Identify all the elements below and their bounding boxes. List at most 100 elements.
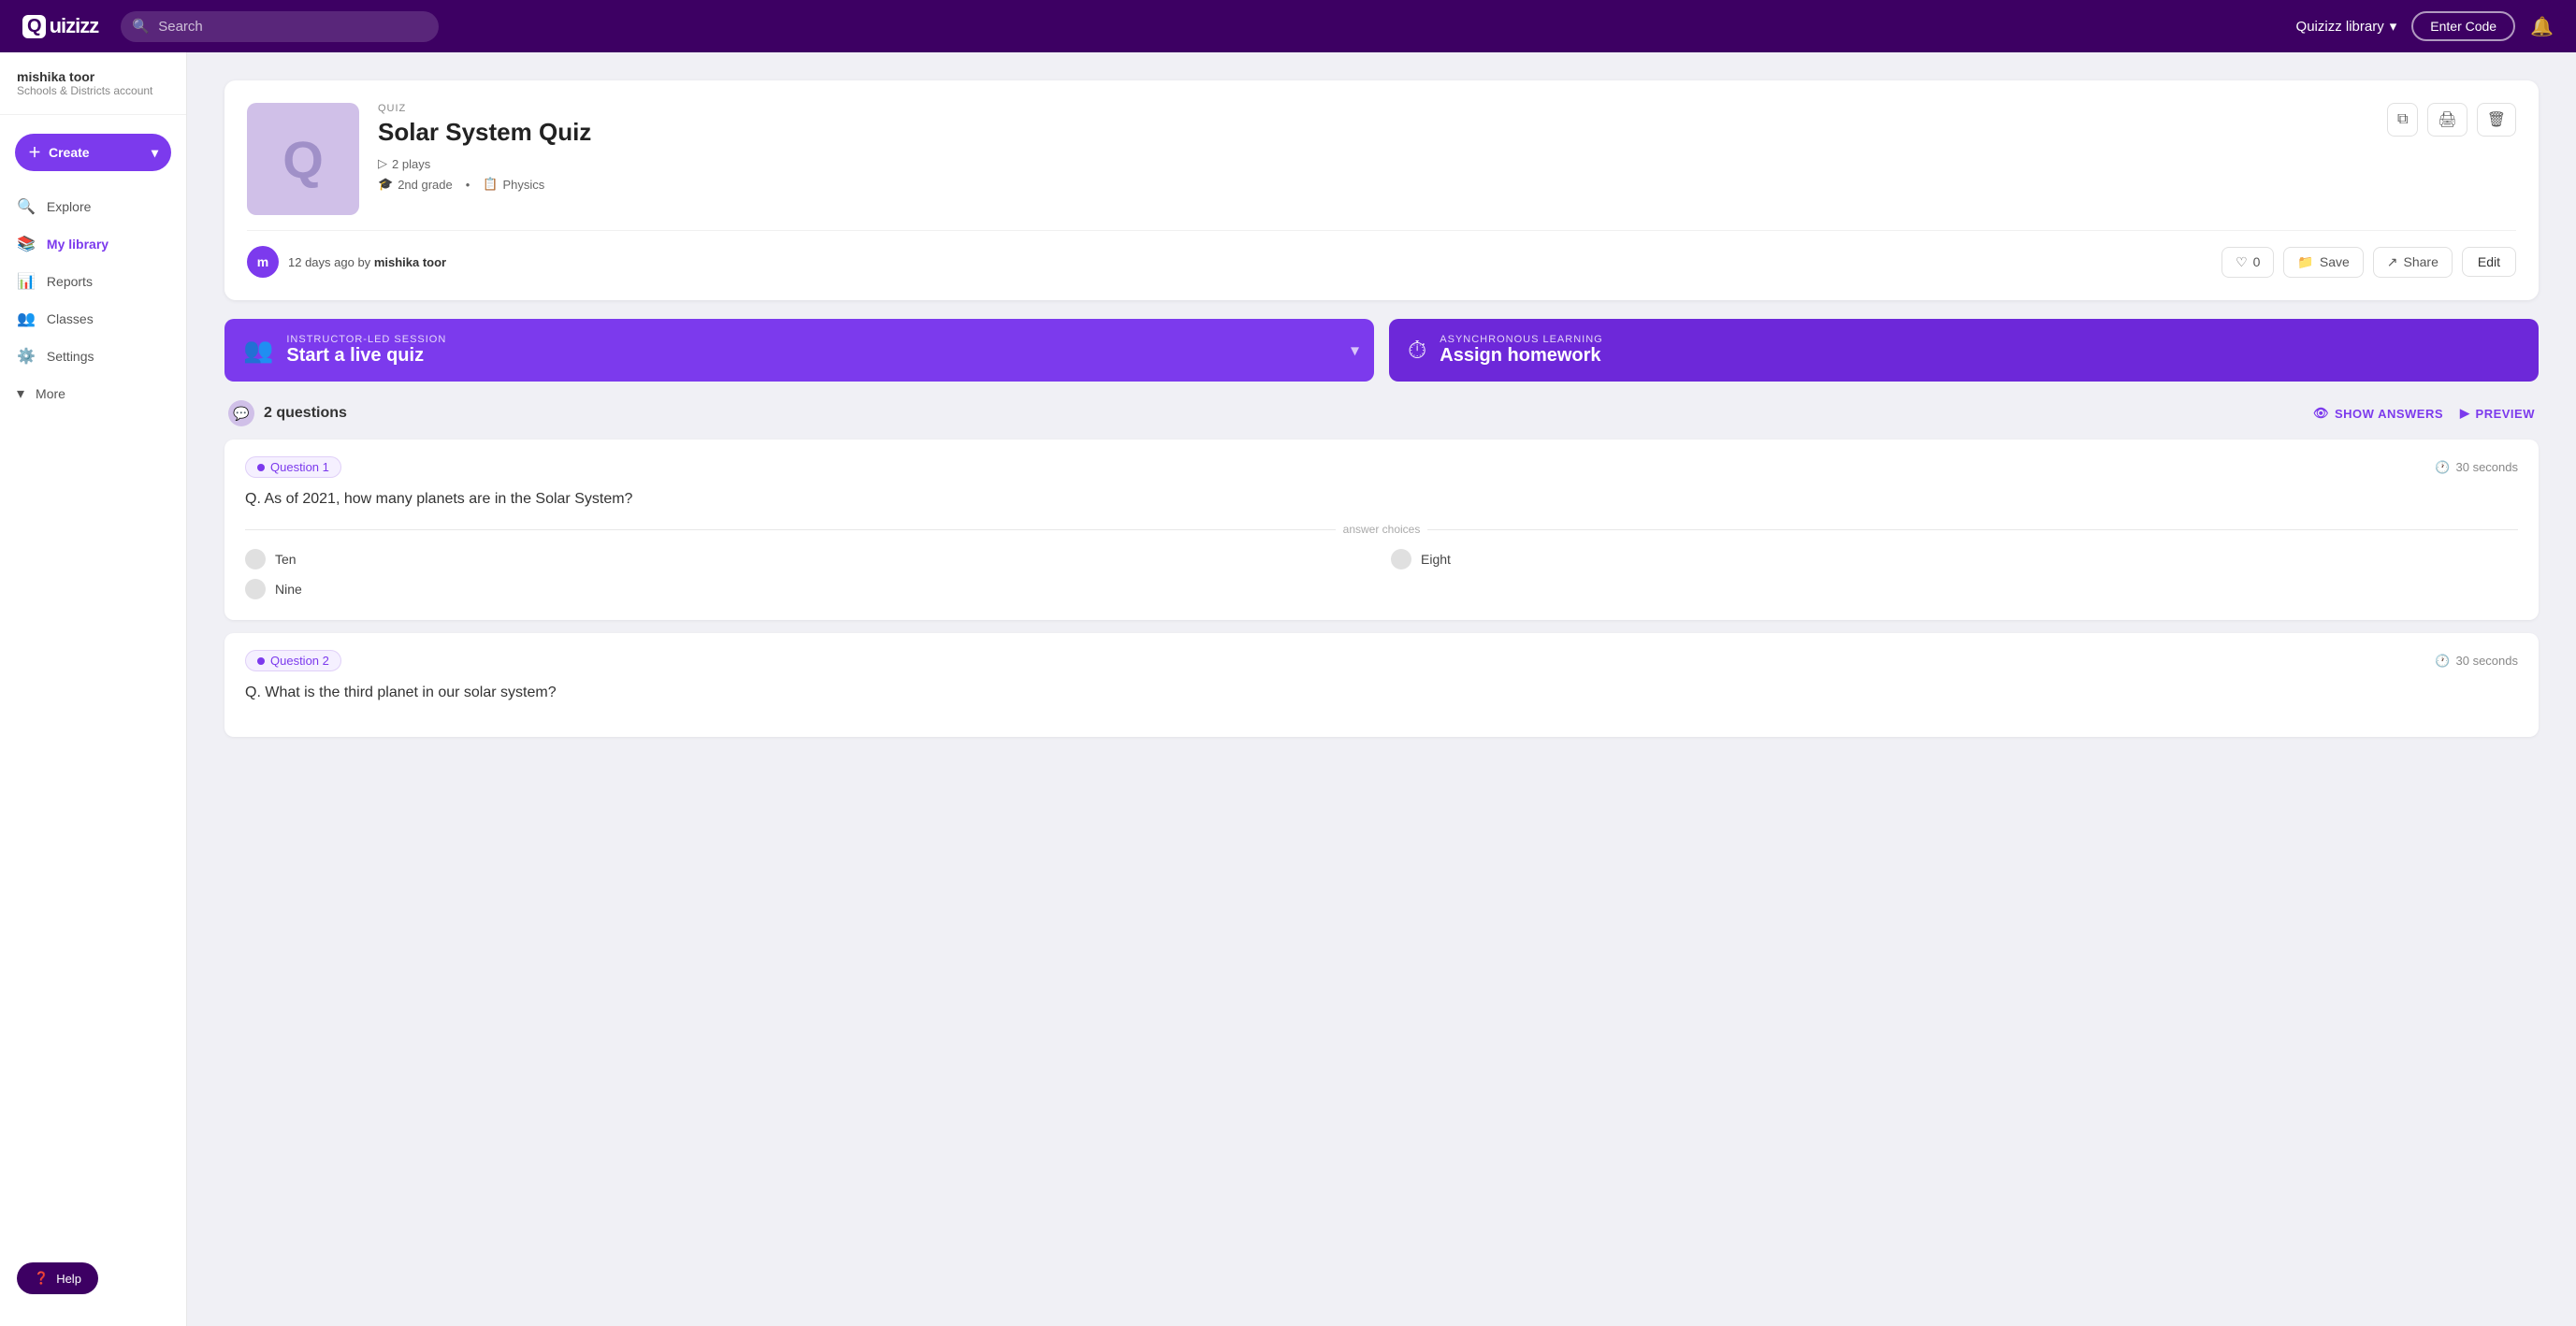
sidebar-item-my-library-label: My library (47, 237, 109, 252)
sidebar-item-more-label: More (36, 386, 65, 401)
enter-code-button[interactable]: Enter Code (2411, 11, 2515, 41)
answer-choices-label-1: answer choices (245, 523, 2518, 536)
logo: Q uizizz (22, 14, 98, 38)
edit-button[interactable]: Edit (2462, 247, 2516, 277)
question-1-badge: Question 1 (245, 456, 341, 478)
time-value: 30 seconds (2456, 460, 2519, 474)
chevron-down-icon: ▾ (2390, 18, 2397, 35)
logo-q-letter: Q (22, 15, 46, 38)
quiz-meta-2: 🎓 2nd grade • 📋 Physics (378, 177, 2368, 192)
question-card-2: Question 2 🕐 30 seconds Q. What is the t… (224, 633, 2539, 737)
sidebar-item-more[interactable]: ▾ More (0, 375, 186, 412)
share-label: Share (2404, 254, 2439, 269)
question-card-1-header: Question 1 🕐 30 seconds (245, 456, 2518, 478)
help-button[interactable]: ❓ Help (17, 1262, 98, 1294)
sidebar-item-my-library[interactable]: 📚 My library (0, 225, 186, 263)
user-info: mishika toor Schools & Districts account (0, 69, 186, 115)
author-text: 12 days ago by mishika toor (288, 255, 446, 269)
author-info: m 12 days ago by mishika toor (247, 246, 446, 278)
question-card-1: Question 1 🕐 30 seconds Q. As of 2021, h… (224, 440, 2539, 620)
live-quiz-banner[interactable]: 👥 INSTRUCTOR-LED SESSION Start a live qu… (224, 319, 1374, 382)
help-label: Help (56, 1272, 81, 1286)
sidebar-item-reports[interactable]: 📊 Reports (0, 263, 186, 300)
questions-count: 💬 2 questions (228, 400, 347, 426)
sidebar-item-explore-label: Explore (47, 199, 91, 214)
search-icon: 🔍 (132, 18, 150, 35)
choice-circle-icon (245, 549, 266, 569)
live-title: Start a live quiz (286, 345, 446, 367)
clock-icon: 🕐 (2435, 460, 2450, 475)
questions-header: 💬 2 questions 👁 SHOW ANSWERS ▶ PREVIEW (224, 400, 2539, 426)
search-input[interactable] (121, 11, 439, 42)
preview-label: PREVIEW (2476, 407, 2535, 421)
plays-count: 2 plays (392, 157, 430, 171)
save-button[interactable]: 📁 Save (2283, 247, 2363, 278)
question-2-num: Question 2 (270, 654, 329, 668)
clock-2-icon: 🕐 (2435, 654, 2450, 669)
logo-text: uizizz (50, 14, 99, 38)
questions-actions: 👁 SHOW ANSWERS ▶ PREVIEW (2313, 406, 2535, 421)
live-label: INSTRUCTOR-LED SESSION (286, 334, 446, 345)
sidebar-item-settings[interactable]: ⚙️ Settings (0, 338, 186, 375)
question-card-2-header: Question 2 🕐 30 seconds (245, 650, 2518, 671)
show-answers-label: SHOW ANSWERS (2335, 407, 2443, 421)
explore-icon: 🔍 (17, 197, 36, 216)
quiz-thumbnail: Q (247, 103, 359, 215)
subject-icon: 📋 (483, 177, 498, 192)
preview-button[interactable]: ▶ PREVIEW (2460, 406, 2535, 421)
plus-icon: ＋ (28, 143, 41, 162)
create-button[interactable]: ＋ Create ▾ (15, 134, 171, 171)
sidebar-item-settings-label: Settings (47, 349, 94, 364)
action-buttons: ♡ 0 📁 Save ↗ Share Edit (2221, 247, 2516, 278)
subject-label: Physics (503, 178, 545, 192)
quiz-grade: 🎓 2nd grade (378, 177, 453, 192)
author-ago: 12 days ago by (288, 255, 370, 269)
quiz-thumb-letter: Q (282, 129, 324, 190)
show-answers-button[interactable]: 👁 SHOW ANSWERS (2313, 406, 2443, 421)
choice-1-2: Eight (1391, 549, 2518, 569)
topnav: Q uizizz 🔍 Quizizz library ▾ Enter Code … (0, 0, 2576, 52)
copy-button[interactable]: ⧉ (2387, 103, 2418, 137)
play-icon: ▷ (378, 156, 387, 171)
quiz-subject: 📋 Physics (483, 177, 544, 192)
library-icon: 📚 (17, 235, 36, 253)
like-button[interactable]: ♡ 0 (2221, 247, 2274, 278)
hw-title: Assign homework (1440, 345, 1602, 367)
preview-play-icon: ▶ (2460, 406, 2470, 421)
reports-icon: 📊 (17, 272, 36, 291)
meta-dot: • (466, 178, 470, 192)
choice-1-3-text: Nine (275, 582, 302, 597)
quiz-card-bottom: m 12 days ago by mishika toor ♡ 0 📁 Save (247, 230, 2516, 278)
quiz-plays: ▷ 2 plays (378, 156, 430, 171)
share-button[interactable]: ↗ Share (2373, 247, 2453, 278)
choice-circle-icon (245, 579, 266, 599)
notification-icon[interactable]: 🔔 (2530, 15, 2554, 38)
quiz-info: QUIZ Solar System Quiz ▷ 2 plays 🎓 2nd g… (378, 103, 2368, 197)
choices-grid-1: Ten Eight Nine (245, 549, 2518, 599)
settings-icon: ⚙️ (17, 347, 36, 366)
print-button[interactable]: 🖨 (2427, 103, 2467, 137)
library-selector[interactable]: Quizizz library ▾ (2296, 18, 2397, 35)
sidebar-item-explore[interactable]: 🔍 Explore (0, 188, 186, 225)
question-1-time: 🕐 30 seconds (2435, 460, 2518, 475)
folder-icon: 📁 (2297, 254, 2313, 270)
quiz-meta: ▷ 2 plays (378, 156, 2368, 171)
main-content: Q QUIZ Solar System Quiz ▷ 2 plays 🎓 (187, 52, 2576, 1326)
share-icon: ↗ (2387, 254, 2398, 270)
like-count: 0 (2253, 254, 2261, 269)
live-info: INSTRUCTOR-LED SESSION Start a live quiz (286, 334, 446, 367)
choice-1-1-text: Ten (275, 552, 297, 567)
create-label: Create (49, 145, 90, 160)
search-wrapper: 🔍 (121, 11, 439, 42)
question-1-text: Q. As of 2021, how many planets are in t… (245, 491, 2518, 508)
delete-button[interactable]: 🗑 (2477, 103, 2516, 137)
hw-info: ASYNCHRONOUS LEARNING Assign homework (1440, 334, 1602, 367)
sidebar-item-classes[interactable]: 👥 Classes (0, 300, 186, 338)
homework-banner[interactable]: ⏱ ASYNCHRONOUS LEARNING Assign homework (1389, 319, 2539, 382)
choice-circle-icon (1391, 549, 1411, 569)
hw-icon: ⏱ (1408, 336, 1426, 366)
sidebar-item-classes-label: Classes (47, 311, 94, 326)
classes-icon: 👥 (17, 310, 36, 328)
user-name: mishika toor (17, 69, 169, 84)
quiz-badge: QUIZ (378, 103, 2368, 114)
